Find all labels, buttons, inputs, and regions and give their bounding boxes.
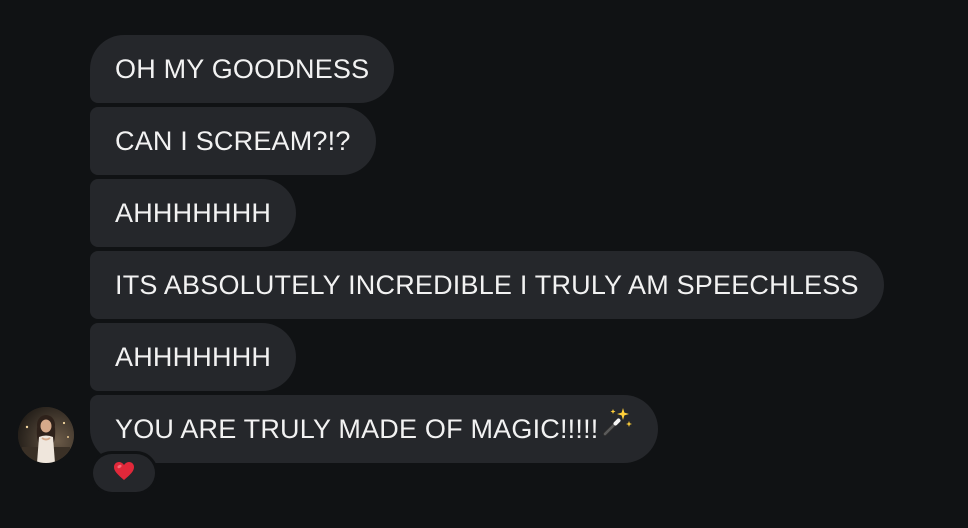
magic-wand-icon [601, 394, 633, 462]
message-text: AHHHHHHH [115, 342, 272, 372]
message-bubble[interactable]: OH MY GOODNESS [90, 35, 395, 103]
message-text: CAN I SCREAM?!? [115, 126, 351, 156]
message-bubble[interactable]: AHHHHHHH [90, 179, 297, 247]
message-text: AHHHHHHH [115, 198, 272, 228]
message-thread: OH MY GOODNESS CAN I SCREAM?!? AHHHHHHH … [0, 0, 968, 528]
reaction-badge[interactable] [93, 454, 155, 492]
message-text: YOU ARE TRULY MADE OF MAGIC!!!!! [115, 414, 599, 444]
heart-icon [113, 461, 135, 486]
message-bubble[interactable]: CAN I SCREAM?!? [90, 107, 376, 175]
message-text: ITS ABSOLUTELY INCREDIBLE I TRULY AM SPE… [115, 270, 859, 300]
avatar[interactable] [18, 407, 74, 463]
message-text: OH MY GOODNESS [115, 54, 370, 84]
message-bubble[interactable]: AHHHHHHH [90, 323, 297, 391]
message-bubble[interactable]: YOU ARE TRULY MADE OF MAGIC!!!!! [90, 395, 658, 463]
message-bubble[interactable]: ITS ABSOLUTELY INCREDIBLE I TRULY AM SPE… [90, 251, 884, 319]
